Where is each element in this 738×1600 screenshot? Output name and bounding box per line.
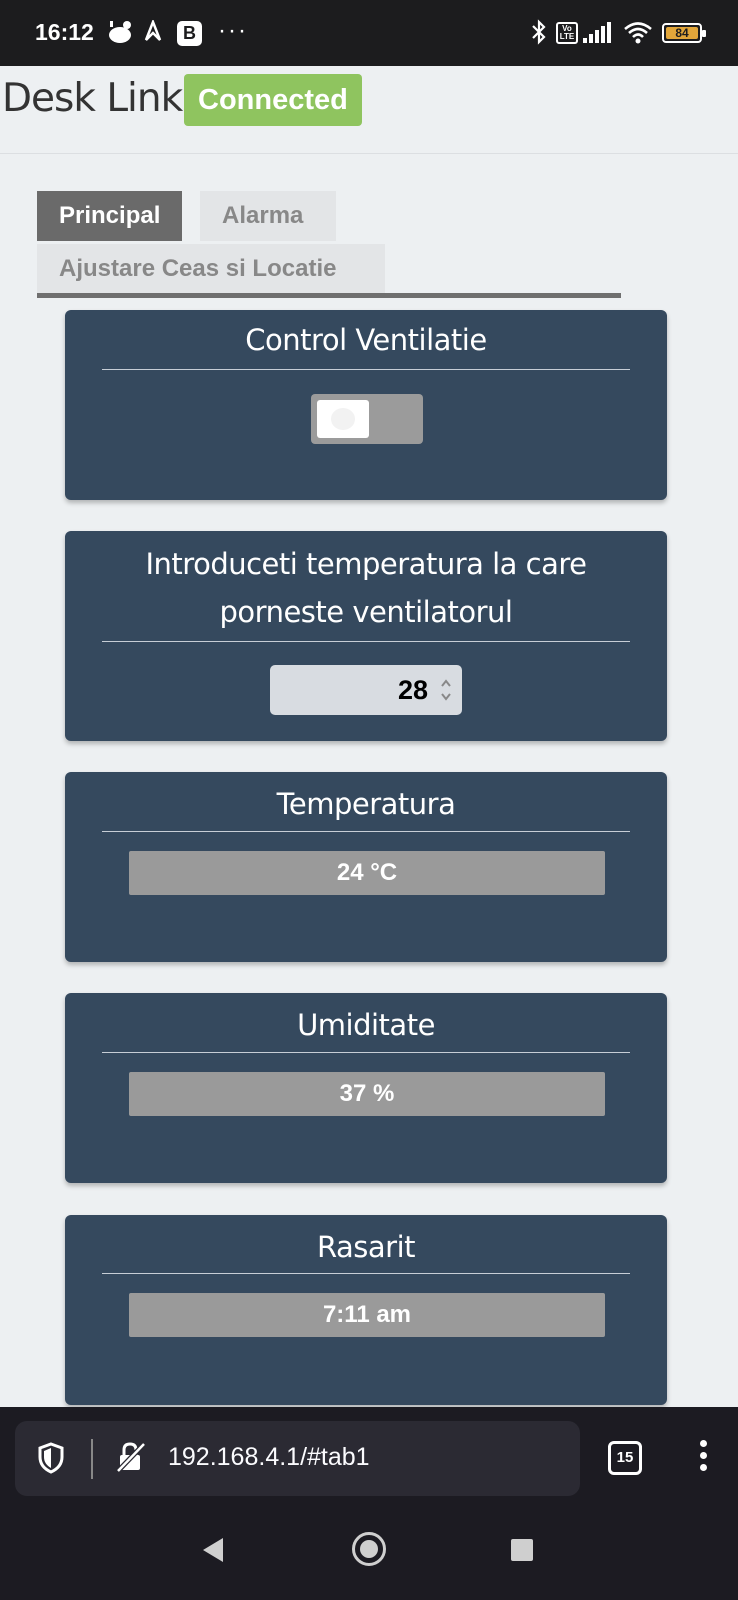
url-separator xyxy=(91,1439,93,1479)
recents-icon[interactable] xyxy=(511,1539,533,1561)
browser-toolbar: 192.168.4.1/#tab1 15 xyxy=(0,1407,738,1508)
shield-icon[interactable] xyxy=(37,1442,65,1474)
insecure-lock-icon[interactable] xyxy=(115,1441,147,1473)
connection-status-badge: Connected xyxy=(184,74,362,126)
status-time: 16:12 xyxy=(35,19,94,45)
url-text[interactable]: 192.168.4.1/#tab1 xyxy=(168,1443,370,1472)
ventilation-toggle[interactable] xyxy=(311,394,423,444)
threshold-card: Introduceti temperatura la care porneste… xyxy=(65,531,667,741)
home-icon[interactable] xyxy=(352,1532,386,1566)
volte-bottom: LTE xyxy=(559,32,575,41)
signal-icon xyxy=(582,18,612,46)
temperature-value: 24 °C xyxy=(129,851,605,895)
card-divider xyxy=(102,831,630,832)
system-nav-bar xyxy=(0,1508,738,1600)
wifi-icon xyxy=(622,18,654,46)
stepper-arrows-icon[interactable] xyxy=(439,675,453,705)
tab-principal[interactable]: Principal xyxy=(37,191,183,241)
tab-ajustare-ceas[interactable]: Ajustare Ceas si Locatie xyxy=(37,244,385,294)
status-bar: 16:12 B ··· Vo LTE 84 xyxy=(0,0,738,66)
back-icon[interactable] xyxy=(203,1538,223,1562)
card-title: Umiditate xyxy=(297,1008,435,1042)
menu-kebab-icon[interactable] xyxy=(696,1437,710,1477)
temperature-card: Temperatura 24 °C xyxy=(65,772,667,962)
threshold-temperature-input[interactable]: 28 xyxy=(270,665,462,715)
card-title: Temperatura xyxy=(276,787,456,821)
card-divider xyxy=(102,1052,630,1053)
card-divider xyxy=(102,369,630,370)
card-title: Rasarit xyxy=(316,1230,416,1264)
battery-icon: 84 xyxy=(662,23,706,43)
humidity-card: Umiditate 37 % xyxy=(65,993,667,1183)
url-bar[interactable]: 192.168.4.1/#tab1 xyxy=(15,1421,580,1496)
arrow-icon xyxy=(142,18,164,46)
volte-icon: Vo LTE xyxy=(556,22,578,44)
humidity-value: 37 % xyxy=(129,1072,605,1116)
tab-underline xyxy=(37,293,621,298)
b-app-icon: B xyxy=(177,21,202,46)
bluetooth-icon xyxy=(530,18,548,46)
sunrise-card: Rasarit 7:11 am xyxy=(65,1215,667,1405)
sunrise-value: 7:11 am xyxy=(129,1293,605,1337)
battery-level: 84 xyxy=(666,27,698,39)
card-title-line2: porneste ventilatorul xyxy=(219,595,513,629)
toggle-knob xyxy=(317,400,369,438)
app-header: Desk Link Connected xyxy=(0,66,738,154)
weather-icon xyxy=(106,18,136,46)
tab-count-button[interactable]: 15 xyxy=(608,1441,642,1475)
card-divider xyxy=(102,641,630,642)
card-divider xyxy=(102,1273,630,1274)
card-title: Control Ventilatie xyxy=(245,323,487,357)
app-title: Desk Link xyxy=(2,76,183,121)
tab-alarma[interactable]: Alarma xyxy=(200,191,336,241)
card-title-line1: Introduceti temperatura la care xyxy=(145,547,587,581)
threshold-value: 28 xyxy=(397,675,428,705)
more-notifications-icon: ··· xyxy=(218,17,248,44)
ventilation-card: Control Ventilatie xyxy=(65,310,667,500)
